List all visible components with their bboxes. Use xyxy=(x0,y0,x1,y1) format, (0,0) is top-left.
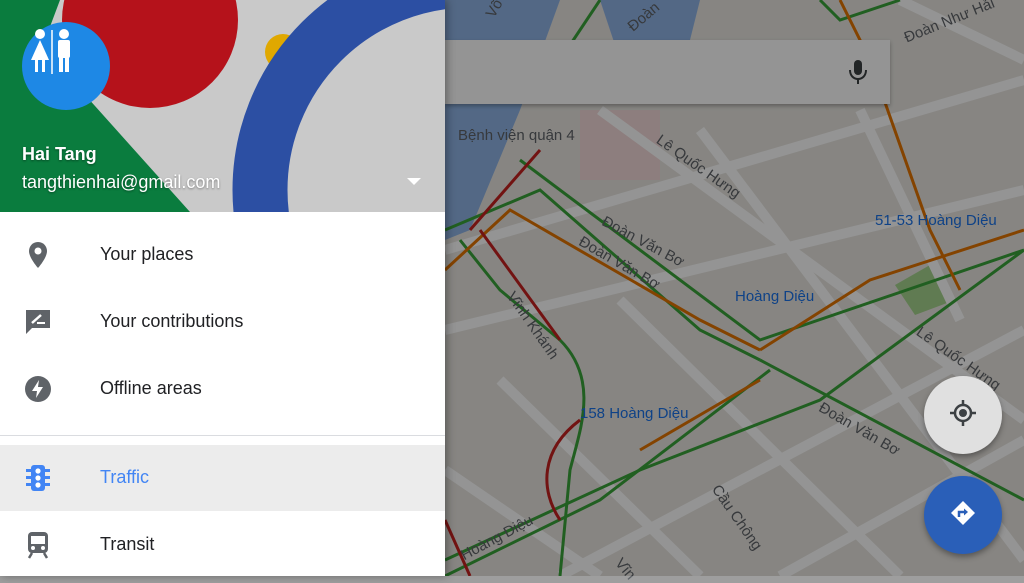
menu-divider xyxy=(0,435,445,436)
avatar[interactable] xyxy=(22,22,110,110)
account-name: Hai Tang xyxy=(22,144,97,164)
menu-item-label: Traffic xyxy=(100,467,150,487)
account-dropdown-icon[interactable] xyxy=(404,174,424,188)
my-location-button[interactable] xyxy=(924,376,1002,454)
menu-item-label: Your contributions xyxy=(100,311,244,331)
traffic-light-icon xyxy=(24,464,52,492)
offline-bolt-icon xyxy=(24,375,52,403)
menu-item-label: Your places xyxy=(100,244,194,264)
train-icon xyxy=(24,531,52,559)
menu-item-offline-areas[interactable]: Offline areas xyxy=(0,356,445,422)
menu-item-traffic[interactable]: Traffic xyxy=(0,445,445,511)
menu-item-your-places[interactable]: Your places xyxy=(0,222,445,288)
account-header[interactable]: Hai Tang tangthienhai@gmail.com xyxy=(0,0,445,212)
directions-icon xyxy=(948,498,978,533)
my-location-icon xyxy=(948,398,978,433)
menu-item-label: Transit xyxy=(100,534,155,554)
menu-item-label: Offline areas xyxy=(100,378,202,398)
navigation-drawer: Hai Tang tangthienhai@gmail.com Your pla… xyxy=(0,0,445,576)
menu-item-your-contributions[interactable]: Your contributions xyxy=(0,289,445,355)
account-email: tangthienhai@gmail.com xyxy=(22,172,221,192)
rate-review-icon xyxy=(24,308,52,336)
directions-button[interactable] xyxy=(924,476,1002,554)
menu-item-transit[interactable]: Transit xyxy=(0,512,445,576)
place-pin-icon xyxy=(24,241,52,269)
